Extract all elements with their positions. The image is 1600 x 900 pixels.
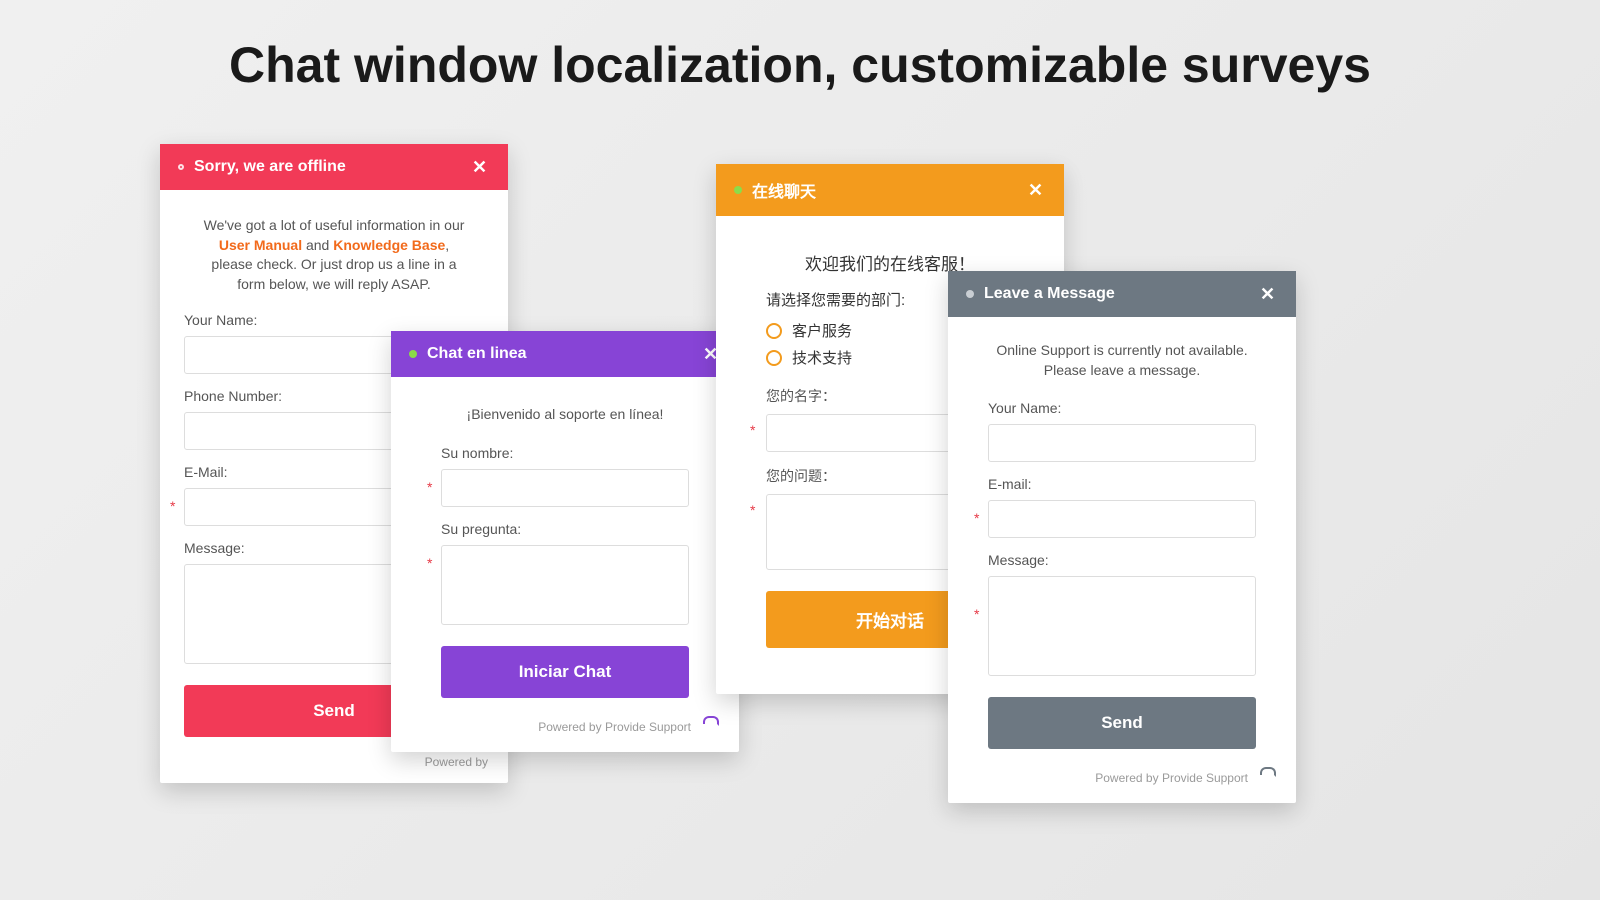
required-marker: * [427, 479, 432, 495]
card-header: 在线聊天 [716, 164, 1064, 216]
card-title: Leave a Message [984, 285, 1260, 303]
intro-text: We've got a lot of useful information in… [198, 216, 470, 294]
field-email: * E-mail: [988, 476, 1256, 538]
question-textarea[interactable] [441, 545, 689, 625]
intro-mid: and [302, 237, 333, 253]
powered-by: Powered by Provide Support [948, 757, 1296, 803]
required-marker: * [750, 502, 755, 518]
send-button[interactable]: Send [988, 697, 1256, 749]
name-label: Su nombre: [441, 445, 689, 461]
email-label: E-mail: [988, 476, 1256, 492]
status-dot-icon [734, 186, 742, 194]
name-label: Your Name: [988, 400, 1256, 416]
question-label: Su pregunta: [441, 521, 689, 537]
radio-label: 技术支持 [792, 347, 852, 368]
field-name: Your Name: [988, 400, 1256, 462]
intro-pre: We've got a lot of useful information in… [204, 217, 465, 233]
lock-icon [1256, 767, 1276, 789]
radio-icon [766, 323, 782, 339]
intro-text: ¡Bienvenido al soporte en línea! [441, 405, 689, 425]
email-input[interactable] [988, 500, 1256, 538]
required-marker: * [170, 498, 175, 514]
field-message: * Message: [988, 552, 1256, 679]
close-icon[interactable] [1260, 285, 1278, 303]
start-chat-button[interactable]: Iniciar Chat [441, 646, 689, 698]
chat-window-spanish-purple: Chat en linea ¡Bienvenido al soporte en … [391, 331, 739, 752]
lock-icon [699, 716, 719, 738]
card-title: Sorry, we are offline [194, 158, 472, 176]
message-textarea[interactable] [988, 576, 1256, 676]
card-body: Online Support is currently not availabl… [948, 317, 1296, 757]
required-marker: * [750, 422, 755, 438]
chat-window-leave-message-slate: Leave a Message Online Support is curren… [948, 271, 1296, 803]
card-header: Sorry, we are offline [160, 144, 508, 190]
user-manual-link[interactable]: User Manual [219, 237, 302, 253]
knowledge-base-link[interactable]: Knowledge Base [333, 237, 445, 253]
status-dot-icon [966, 290, 974, 298]
card-header: Chat en linea [391, 331, 739, 377]
intro-text: Online Support is currently not availabl… [988, 341, 1256, 380]
card-title: Chat en linea [427, 345, 703, 363]
close-icon[interactable] [1028, 181, 1046, 199]
radio-label: 客户服务 [792, 320, 852, 341]
card-body: ¡Bienvenido al soporte en línea! * Su no… [391, 377, 739, 706]
status-dot-icon [178, 164, 184, 170]
name-label: Your Name: [184, 312, 484, 328]
required-marker: * [974, 510, 979, 526]
page-title: Chat window localization, customizable s… [0, 0, 1600, 94]
powered-text: Powered by [425, 755, 488, 769]
card-header: Leave a Message [948, 271, 1296, 317]
radio-icon [766, 350, 782, 366]
required-marker: * [974, 606, 979, 622]
message-label: Message: [988, 552, 1256, 568]
card-title: 在线聊天 [752, 178, 1028, 202]
required-marker: * [427, 555, 432, 571]
field-question: * Su pregunta: [441, 521, 689, 628]
field-name: * Su nombre: [441, 445, 689, 507]
status-dot-icon [409, 350, 417, 358]
powered-by: Powered by Provide Support [391, 706, 739, 752]
close-icon[interactable] [472, 158, 490, 176]
powered-text: Powered by Provide Support [538, 720, 691, 734]
name-input[interactable] [988, 424, 1256, 462]
powered-text: Powered by Provide Support [1095, 771, 1248, 785]
name-input[interactable] [441, 469, 689, 507]
